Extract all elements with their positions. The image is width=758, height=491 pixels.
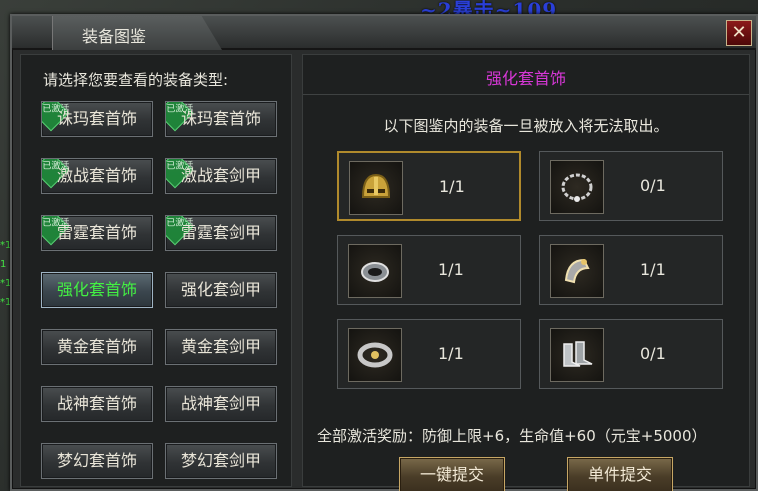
set-title-bar: 强化套首饰: [303, 55, 749, 95]
category-button[interactable]: 已激活 激战套首饰: [41, 158, 153, 194]
category-prompt: 请选择您要查看的装备类型:: [43, 71, 229, 89]
category-label: 雷霆套首饰: [56, 223, 137, 242]
helmet-icon: [349, 161, 403, 215]
slot-count: 1/1: [439, 177, 465, 196]
warning-note: 以下图鉴内的装备一旦被放入将无法取出。: [383, 117, 669, 135]
submit-all-button[interactable]: 一键提交: [399, 457, 505, 491]
category-button[interactable]: 已激活 雷霆套首饰: [41, 215, 153, 251]
close-button[interactable]: ✕: [726, 20, 752, 46]
category-label: 激战套剑甲: [180, 166, 261, 185]
slot-count: 1/1: [438, 260, 464, 279]
set-title: 强化套首饰: [485, 69, 566, 88]
slot-count: 1/1: [640, 260, 666, 279]
slot-count: 0/1: [640, 176, 666, 195]
necklace-icon: [550, 160, 604, 214]
equipment-slot[interactable]: 0/1: [539, 151, 723, 221]
category-button[interactable]: 强化套剑甲: [165, 272, 277, 308]
slot-count: 0/1: [640, 344, 666, 363]
scene-side-marks: *1 1 *1 *1: [0, 236, 12, 312]
category-label: 梦幻套首饰: [56, 451, 137, 470]
category-label: 诛玛套首饰: [56, 109, 137, 128]
category-button[interactable]: 战神套剑甲: [165, 386, 277, 422]
category-label: 雷霆套剑甲: [180, 223, 261, 242]
equipment-slot[interactable]: 1/1: [337, 235, 521, 305]
category-button[interactable]: 战神套首饰: [41, 386, 153, 422]
category-button[interactable]: 已激活 诛玛套首饰: [165, 101, 277, 137]
category-button[interactable]: 已激活 雷霆套剑甲: [165, 215, 277, 251]
category-label: 战神套首饰: [56, 394, 137, 413]
boots-icon: [550, 328, 604, 382]
category-button[interactable]: 梦幻套首饰: [41, 443, 153, 479]
category-label: 战神套剑甲: [180, 394, 261, 413]
category-button[interactable]: 已激活 激战套剑甲: [165, 158, 277, 194]
equipment-slot[interactable]: 1/1: [337, 319, 521, 389]
category-button[interactable]: 梦幻套剑甲: [165, 443, 277, 479]
equipment-slot[interactable]: 1/1: [337, 151, 521, 221]
close-icon: ✕: [731, 22, 747, 43]
category-button[interactable]: 已激活 诛玛套首饰: [41, 101, 153, 137]
equipment-slot[interactable]: 1/1: [539, 235, 723, 305]
category-label: 梦幻套剑甲: [180, 451, 261, 470]
category-button[interactable]: 黄金套首饰: [41, 329, 153, 365]
set-detail-panel: 强化套首饰 以下图鉴内的装备一旦被放入将无法取出。 1/1 0/1 1/1 1/…: [302, 54, 750, 491]
side-mark: *1: [0, 278, 12, 289]
side-mark: *1: [0, 297, 12, 308]
category-label: 强化套剑甲: [180, 280, 261, 299]
ring-icon: [550, 244, 604, 298]
category-panel: 请选择您要查看的装备类型: 已激活 诛玛套首饰 已激活 诛玛套首饰 已激活 激战…: [20, 54, 292, 487]
category-label: 激战套首饰: [56, 166, 137, 185]
equipment-collection-window: 装备图鉴 ✕ 请选择您要查看的装备类型: 已激活 诛玛套首饰 已激活 诛玛套首饰…: [10, 14, 758, 491]
side-mark: 1: [0, 259, 7, 270]
category-label: 黄金套剑甲: [180, 337, 261, 356]
belt-icon: [348, 328, 402, 382]
window-title: 装备图鉴: [82, 27, 147, 46]
equipment-slot[interactable]: 0/1: [539, 319, 723, 389]
category-label: 强化套首饰: [56, 280, 137, 299]
bracelet-icon: [348, 244, 402, 298]
submit-single-button[interactable]: 单件提交: [567, 457, 673, 491]
side-mark: *1: [0, 240, 12, 251]
category-label: 诛玛套首饰: [180, 109, 261, 128]
category-label: 黄金套首饰: [56, 337, 137, 356]
category-button-selected[interactable]: 强化套首饰: [41, 272, 153, 308]
category-button[interactable]: 黄金套剑甲: [165, 329, 277, 365]
slot-count: 1/1: [438, 344, 464, 363]
reward-text: 全部激活奖励：防御上限+6，生命值+60（元宝+5000）: [317, 427, 707, 445]
title-bar: 装备图鉴 ✕: [12, 16, 756, 50]
